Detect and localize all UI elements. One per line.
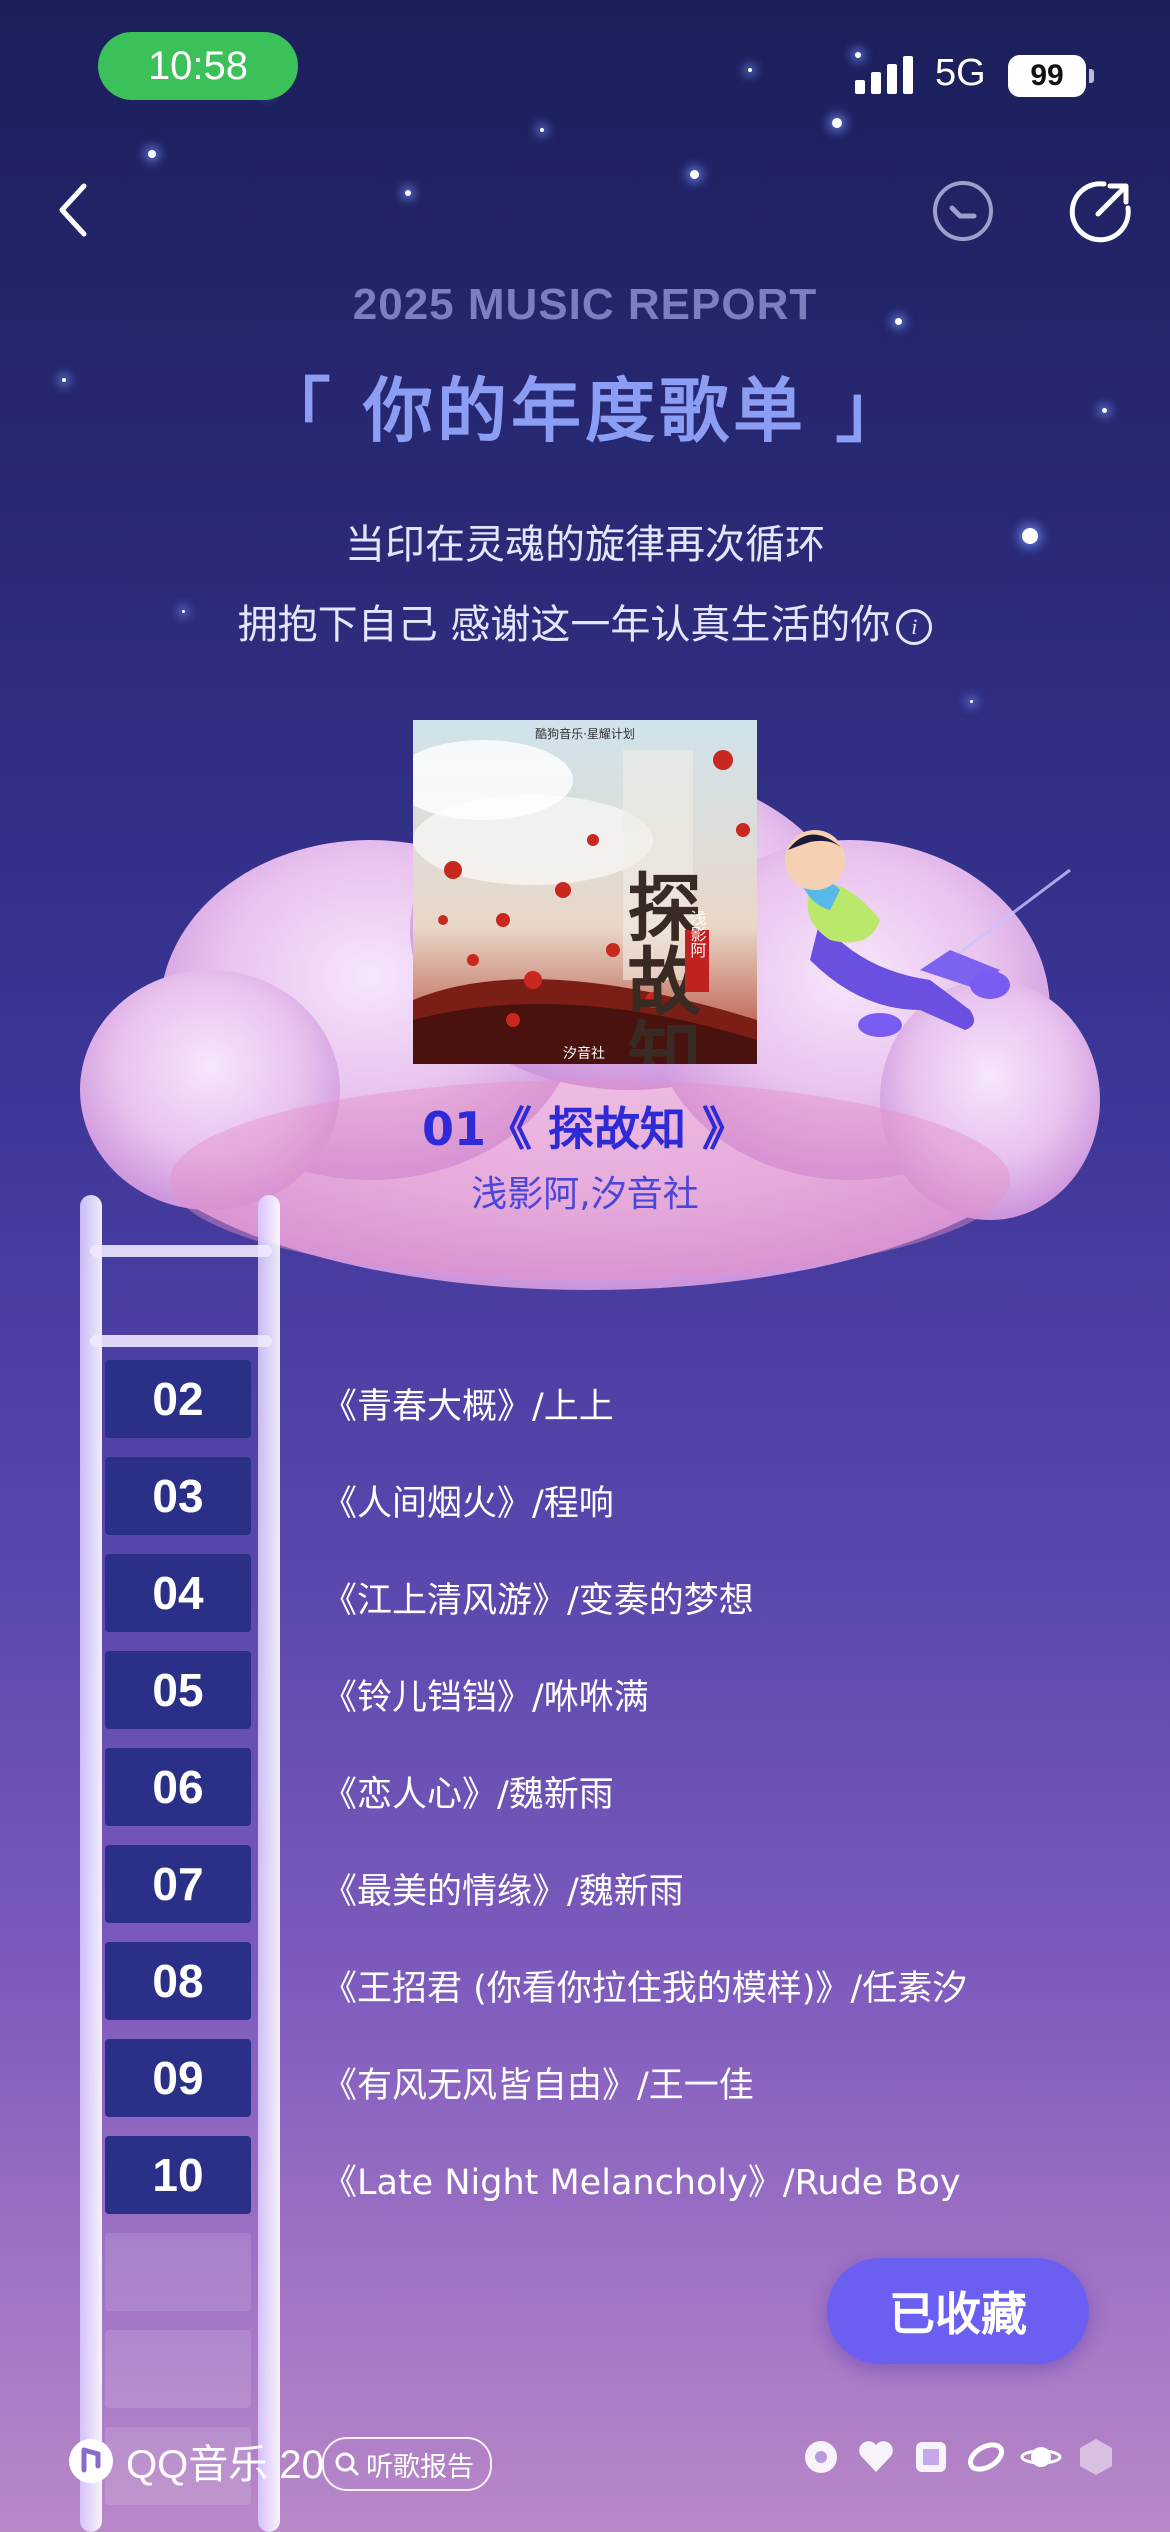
- track-item[interactable]: 《铃儿铛铛》/咻咻满: [322, 1669, 649, 1720]
- collect-button[interactable]: 已收藏: [827, 2258, 1089, 2364]
- track-item[interactable]: 《恋人心》/魏新雨: [322, 1766, 614, 1817]
- rank-badge: 03: [105, 1457, 251, 1535]
- rank-badge: 05: [105, 1651, 251, 1729]
- track-item[interactable]: 《有风无风皆自由》/王一佳: [322, 2057, 754, 2108]
- track-item[interactable]: 《王招君 (你看你拉住我的模样)》/任素汐: [322, 1960, 967, 2011]
- rank-badge: 04: [105, 1554, 251, 1632]
- listening-report-chip[interactable]: 听歌报告: [322, 2437, 492, 2491]
- cover-stamp: 浅影阿: [688, 910, 707, 959]
- report-eyebrow: 2025 MUSIC REPORT: [352, 280, 818, 329]
- character-illustration: [785, 830, 1071, 1037]
- flower-badge-icon: [805, 2441, 837, 2473]
- info-icon[interactable]: i: [896, 609, 933, 645]
- report-chip-label: 听歌报告: [366, 2451, 474, 2483]
- rank-badge: 06: [105, 1748, 251, 1826]
- track-item[interactable]: 《最美的情缘》/魏新雨: [322, 1863, 684, 1914]
- rank-badge: 09: [105, 2039, 251, 2117]
- brand-text: QQ音乐 20: [126, 2443, 324, 2487]
- qq-music-logo: QQ音乐 20: [66, 2432, 324, 2490]
- album-cover[interactable]: 酷狗音乐·星耀计划 探故知 浅影阿 汐音社: [413, 720, 757, 1064]
- track-item[interactable]: 《青春大概》/上上: [322, 1378, 614, 1429]
- subtitle-line-2: 拥抱下自己 感谢这一年认真生活的你 i: [0, 592, 1170, 650]
- achievement-badges: [800, 2436, 1117, 2478]
- status-time: 10:58: [98, 32, 298, 100]
- rank-badge: 10: [105, 2136, 251, 2214]
- track-item[interactable]: 《Late Night Melancholy》/Rude Boy: [322, 2154, 961, 2205]
- rank-badge: 08: [105, 1942, 251, 2020]
- qq-music-icon: [69, 2439, 113, 2483]
- subtitle-line-1: 当印在灵魂的旋律再次循环: [345, 522, 825, 568]
- ring-badge-icon: [967, 2442, 1005, 2472]
- track-item[interactable]: 《江上清风游》/变奏的梦想: [322, 1572, 754, 1623]
- replay-icon: [933, 181, 993, 241]
- back-button[interactable]: [50, 180, 100, 240]
- page-title: 「 你的年度歌单 」: [260, 370, 910, 452]
- battery-indicator: 99: [1008, 55, 1094, 97]
- track-item[interactable]: 《人间烟火》/程响: [322, 1475, 614, 1526]
- rank-badge: 07: [105, 1845, 251, 1923]
- subtitle-line-2-text: 拥抱下自己 感谢这一年认真生活的你: [237, 602, 891, 648]
- planet-badge-icon: [1020, 2447, 1062, 2467]
- search-icon: [335, 2452, 359, 2476]
- network-type: 5G: [935, 52, 986, 94]
- ladder-rung: [105, 2233, 251, 2311]
- heart-badge-icon: [859, 2441, 893, 2472]
- cube-badge-icon: [916, 2442, 946, 2472]
- cover-label: 汐音社: [563, 1045, 605, 1062]
- replay-button[interactable]: [930, 178, 996, 244]
- hexagon-badge-icon: [1080, 2439, 1112, 2475]
- signal-icon: [855, 56, 913, 94]
- share-button[interactable]: [1068, 178, 1134, 244]
- rank-badge: 02: [105, 1360, 251, 1438]
- share-icon: [1069, 181, 1131, 243]
- ladder-rung: [105, 2330, 251, 2408]
- cover-caption: 酷狗音乐·星耀计划: [535, 726, 635, 741]
- top-track-title[interactable]: 01《 探故知 》: [0, 1093, 1170, 1159]
- chevron-left-icon: [59, 183, 87, 237]
